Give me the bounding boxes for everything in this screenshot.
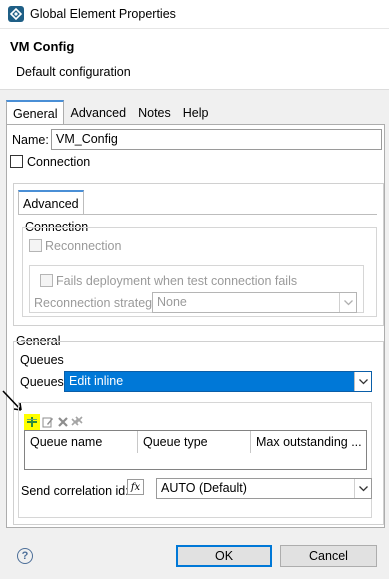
connection-label: Connection [27, 155, 91, 169]
add-icon[interactable] [26, 416, 38, 428]
queues-table[interactable]: Queue name Queue type Max outstanding ..… [24, 430, 367, 470]
reconnection-strategy-label: Reconnection strategy [34, 296, 159, 310]
mule-app-icon [8, 6, 24, 22]
queues-select[interactable]: Edit inline [64, 371, 372, 392]
column-header-queue-name[interactable]: Queue name [25, 431, 138, 453]
reconnection-strategy-value: None [157, 295, 187, 309]
ok-button[interactable]: OK [176, 545, 272, 567]
send-correlation-label: Send correlation id: [21, 484, 129, 498]
queues-title: Queues [20, 353, 64, 367]
clear-icon[interactable] [71, 416, 83, 428]
help-icon[interactable]: ? [17, 548, 33, 564]
column-header-max-outstanding[interactable]: Max outstanding ... [251, 431, 368, 453]
edit-icon[interactable] [42, 416, 54, 428]
fails-deployment-checkbox[interactable] [40, 274, 53, 287]
chevron-down-icon [354, 372, 371, 391]
name-label: Name: [12, 133, 49, 147]
dialog-subtitle: Default configuration [16, 65, 131, 79]
send-correlation-select[interactable]: AUTO (Default) [156, 478, 372, 499]
window-title: Global Element Properties [30, 7, 176, 21]
dialog-title: VM Config [10, 39, 75, 54]
reconnection-checkbox[interactable] [29, 239, 42, 252]
reconnection-strategy-select[interactable]: None [152, 292, 357, 313]
tab-bar: General Advanced Notes Help [6, 100, 214, 125]
queues-label: Queues [20, 375, 64, 389]
inner-tab-divider [18, 214, 377, 215]
tab-advanced[interactable]: Advanced [64, 100, 132, 125]
fails-deployment-label: Fails deployment when test connection fa… [56, 274, 298, 288]
connection-checkbox[interactable] [10, 155, 23, 168]
name-input[interactable]: VM_Config [51, 129, 382, 150]
window-titlebar: Global Element Properties [0, 0, 389, 29]
fx-expression-icon[interactable]: fx [127, 479, 144, 495]
column-header-queue-type[interactable]: Queue type [138, 431, 251, 453]
tab-connection-advanced[interactable]: Advanced [18, 190, 84, 215]
send-correlation-value: AUTO (Default) [161, 481, 247, 495]
dialog-header: VM Config Default configuration [0, 29, 389, 90]
delete-icon[interactable] [57, 416, 69, 428]
queues-select-value: Edit inline [69, 374, 124, 388]
chevron-down-icon [354, 479, 371, 498]
tab-general[interactable]: General [6, 100, 65, 125]
cancel-button[interactable]: Cancel [280, 545, 377, 567]
chevron-down-icon [339, 293, 356, 312]
reconnection-label: Reconnection [45, 239, 122, 253]
tab-help[interactable]: Help [177, 100, 215, 125]
tab-notes[interactable]: Notes [132, 100, 177, 125]
